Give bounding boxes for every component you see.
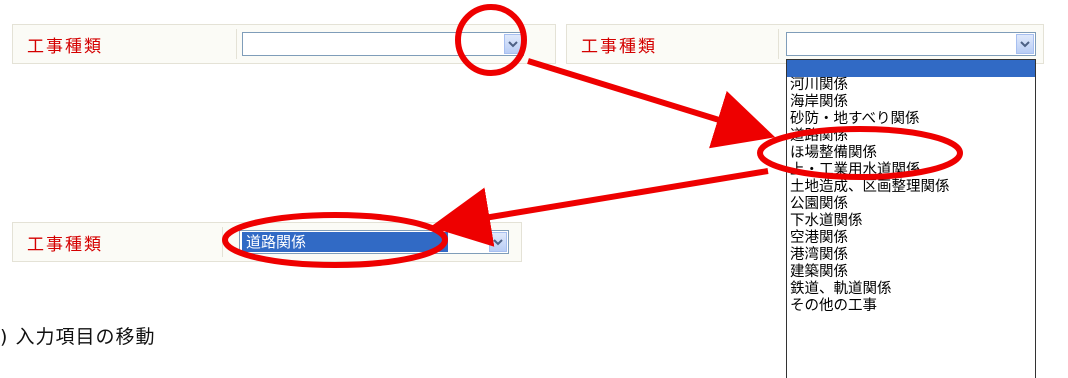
chevron-down-icon: [508, 41, 518, 48]
dropdown-option[interactable]: 上・工業用水道関係: [787, 162, 1035, 179]
dropdown-option[interactable]: 海岸関係: [787, 94, 1035, 111]
select-value: 道路関係: [242, 232, 448, 252]
dropdown-button[interactable]: [1016, 34, 1034, 54]
field-label: 工事種類: [13, 227, 223, 257]
dropdown-option[interactable]: 公園関係: [787, 196, 1035, 213]
form-row-2: 工事種類: [566, 24, 1044, 64]
section-caption: ) 入力項目の移動: [0, 326, 156, 348]
chevron-down-icon: [493, 239, 503, 246]
dropdown-option[interactable]: [787, 60, 1035, 77]
dropdown-option[interactable]: 下水道関係: [787, 213, 1035, 230]
dropdown-option[interactable]: 建築関係: [787, 264, 1035, 281]
work-type-select[interactable]: [786, 32, 1036, 56]
field-label: 工事種類: [13, 29, 237, 59]
annotation-arrow: [527, 58, 776, 149]
dropdown-option[interactable]: 空港関係: [787, 230, 1035, 247]
form-row-1: 工事種類: [12, 24, 556, 64]
dropdown-option[interactable]: その他の工事: [787, 298, 1035, 315]
dropdown-option[interactable]: ほ場整備関係: [787, 145, 1035, 162]
chevron-down-icon: [1020, 41, 1030, 48]
dropdown-button[interactable]: [489, 232, 507, 252]
work-type-select[interactable]: [242, 32, 524, 56]
dropdown-options-list[interactable]: 河川関係 海岸関係 砂防・地すべり関係 道路関係 ほ場整備関係 上・工業用水道関係 土地造成…: [786, 59, 1036, 378]
dropdown-option[interactable]: 港湾関係: [787, 247, 1035, 264]
dropdown-option[interactable]: 砂防・地すべり関係: [787, 111, 1035, 128]
dropdown-option[interactable]: 道路関係: [787, 128, 1035, 145]
form-row-3: 工事種類 道路関係: [12, 222, 522, 262]
dropdown-option[interactable]: 河川関係: [787, 77, 1035, 94]
dropdown-button[interactable]: [504, 34, 522, 54]
select-value: [245, 34, 501, 54]
field-label: 工事種類: [567, 29, 779, 59]
select-value: [789, 34, 1013, 54]
annotation-arrow: [430, 168, 769, 247]
dropdown-option[interactable]: 鉄道、軌道関係: [787, 281, 1035, 298]
dropdown-option[interactable]: 土地造成、区画整理関係: [787, 179, 1035, 196]
work-type-select[interactable]: 道路関係: [239, 230, 509, 254]
